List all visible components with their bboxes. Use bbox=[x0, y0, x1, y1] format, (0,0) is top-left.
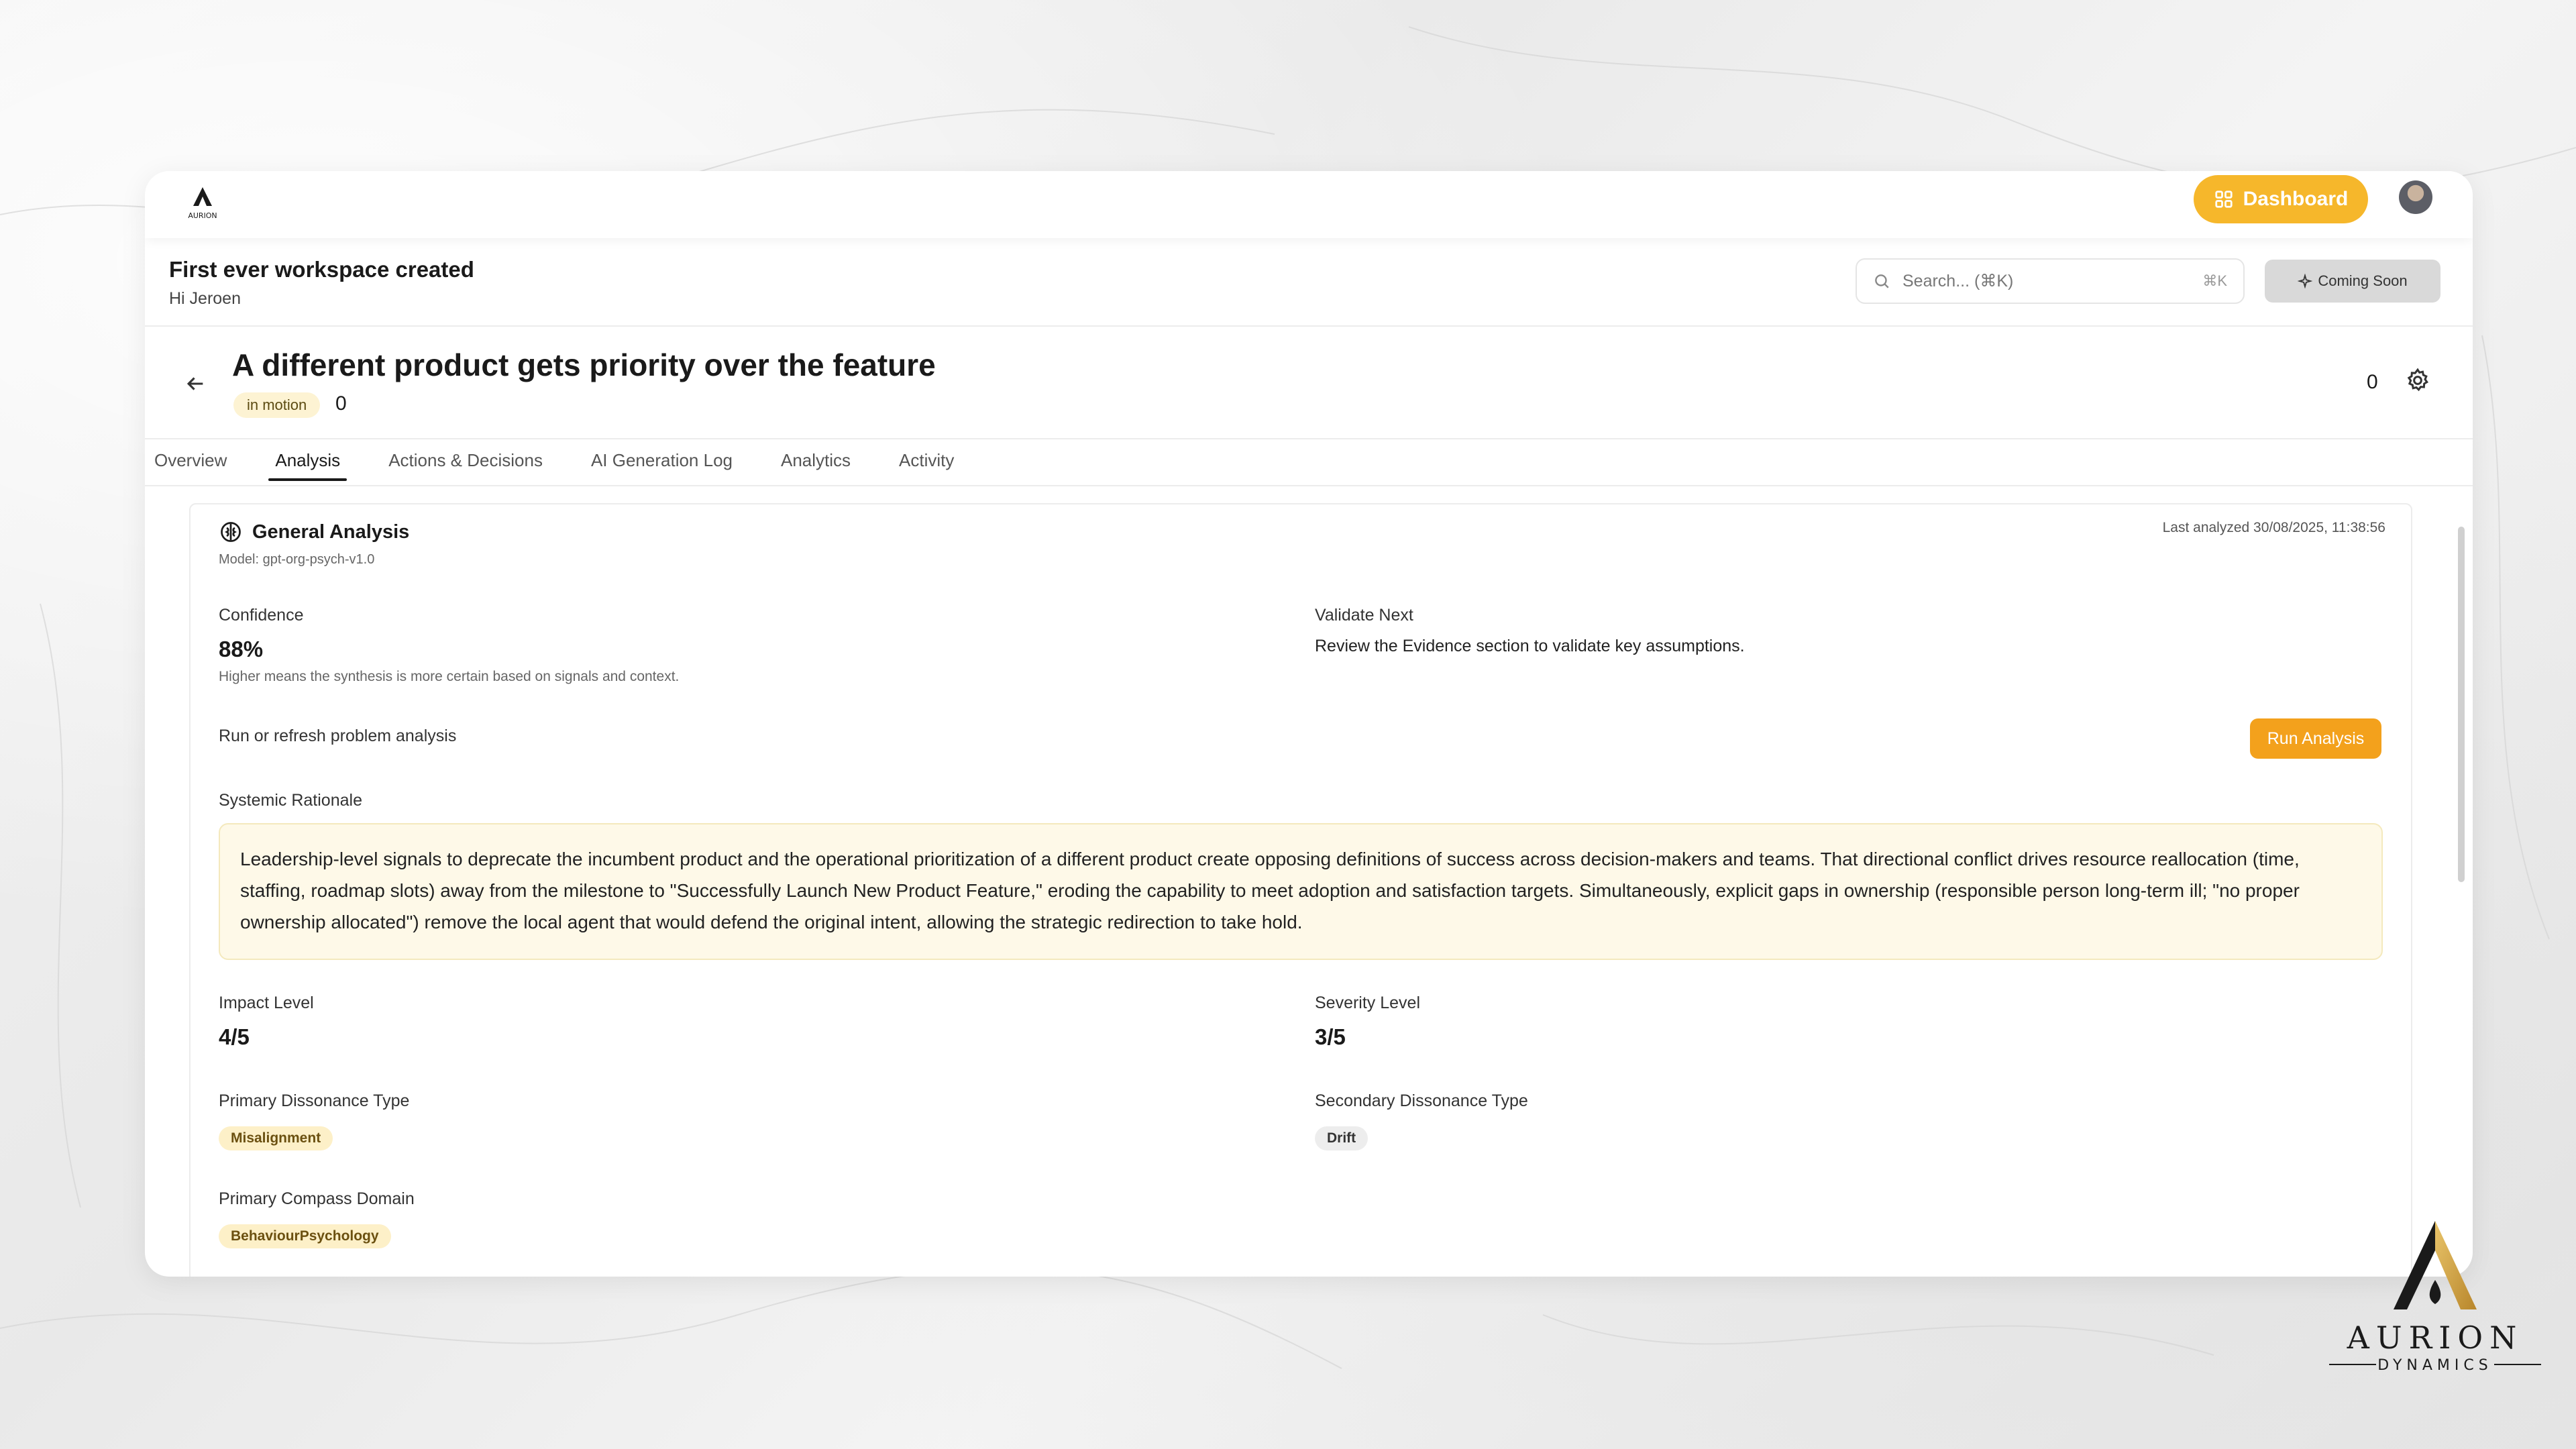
tabs-divider bbox=[145, 485, 2473, 486]
tab-actions-decisions[interactable]: Actions & Decisions bbox=[388, 439, 567, 481]
status-count: 0 bbox=[335, 392, 347, 415]
brain-icon bbox=[221, 522, 241, 542]
systemic-rationale-label: Systemic Rationale bbox=[219, 791, 362, 810]
tab-analytics[interactable]: Analytics bbox=[781, 439, 875, 481]
problem-counter: 0 bbox=[2367, 371, 2378, 393]
aurion-logo-icon: AURION bbox=[188, 187, 217, 220]
impact-level-label: Impact Level bbox=[219, 994, 314, 1012]
svg-text:AURION: AURION bbox=[188, 211, 217, 220]
confidence-label: Confidence bbox=[219, 606, 304, 625]
app-window: AURION Dashboard First ever workspace cr… bbox=[145, 171, 2473, 1277]
status-badge: in motion bbox=[233, 392, 321, 418]
run-analysis-prompt: Run or refresh problem analysis bbox=[219, 727, 457, 745]
greeting-text: Hi Jeroen bbox=[169, 289, 241, 308]
back-button[interactable] bbox=[178, 367, 212, 400]
last-analyzed: Last analyzed 30/08/2025, 11:38:56 bbox=[2162, 520, 2385, 535]
primary-dissonance-badge: Misalignment bbox=[219, 1126, 333, 1150]
sparkle-icon bbox=[2298, 274, 2313, 288]
compass-domain-label: Primary Compass Domain bbox=[219, 1189, 415, 1208]
tab-ai-generation-log[interactable]: AI Generation Log bbox=[591, 439, 757, 481]
settings-gear-icon[interactable] bbox=[2404, 367, 2431, 394]
tab-analysis[interactable]: Analysis bbox=[268, 439, 364, 481]
tab-bar: Overview Analysis Actions & Decisions AI… bbox=[154, 439, 1002, 486]
tab-overview[interactable]: Overview bbox=[154, 439, 251, 481]
brand-tagline: DYNAMICS bbox=[2377, 1357, 2492, 1374]
compass-domain-badge: BehaviourPsychology bbox=[219, 1224, 391, 1248]
severity-level-label: Severity Level bbox=[1315, 994, 1421, 1012]
scrollbar-thumb[interactable] bbox=[2458, 527, 2465, 882]
general-analysis-heading: General Analysis bbox=[219, 520, 409, 544]
search-shortcut: ⌘K bbox=[2202, 272, 2227, 289]
top-navbar: AURION Dashboard bbox=[145, 171, 2473, 238]
search-icon bbox=[1875, 274, 1889, 288]
user-avatar[interactable] bbox=[2399, 180, 2432, 214]
workspace-title: First ever workspace created bbox=[169, 257, 474, 282]
tab-activity[interactable]: Activity bbox=[899, 439, 978, 481]
brand-name: AURION bbox=[2347, 1320, 2524, 1356]
run-analysis-button[interactable]: Run Analysis bbox=[2250, 718, 2381, 759]
grid-icon bbox=[2215, 191, 2233, 208]
coming-soon-label: Coming Soon bbox=[2318, 272, 2408, 289]
search-placeholder: Search... (⌘K) bbox=[1902, 272, 2014, 290]
primary-dissonance-label: Primary Dissonance Type bbox=[219, 1091, 410, 1110]
validate-next-text: Review the Evidence section to validate … bbox=[1315, 637, 1745, 655]
dashboard-button[interactable]: Dashboard bbox=[2194, 175, 2368, 223]
arrow-left-icon bbox=[186, 377, 203, 390]
coming-soon-button[interactable]: Coming Soon bbox=[2265, 260, 2440, 303]
aurion-dynamics-logo: AURION DYNAMICS bbox=[2329, 1221, 2541, 1374]
model-name: Model: gpt-org-psych-v1.0 bbox=[219, 552, 375, 567]
general-analysis-title: General Analysis bbox=[252, 521, 410, 543]
header-divider bbox=[145, 325, 2473, 327]
secondary-dissonance-badge: Drift bbox=[1315, 1126, 1368, 1150]
severity-level-value: 3/5 bbox=[1315, 1024, 1346, 1049]
dashboard-label: Dashboard bbox=[2243, 188, 2349, 210]
confidence-value: 88% bbox=[219, 637, 264, 661]
systemic-rationale-text: Leadership-level signals to deprecate th… bbox=[219, 823, 2383, 960]
problem-title: A different product gets priority over t… bbox=[232, 347, 936, 382]
validate-next-label: Validate Next bbox=[1315, 606, 1413, 625]
search-input[interactable]: Search... (⌘K) ⌘K bbox=[1856, 258, 2245, 304]
confidence-hint: Higher means the synthesis is more certa… bbox=[219, 669, 680, 684]
secondary-dissonance-label: Secondary Dissonance Type bbox=[1315, 1091, 1528, 1110]
impact-level-value: 4/5 bbox=[219, 1024, 250, 1049]
